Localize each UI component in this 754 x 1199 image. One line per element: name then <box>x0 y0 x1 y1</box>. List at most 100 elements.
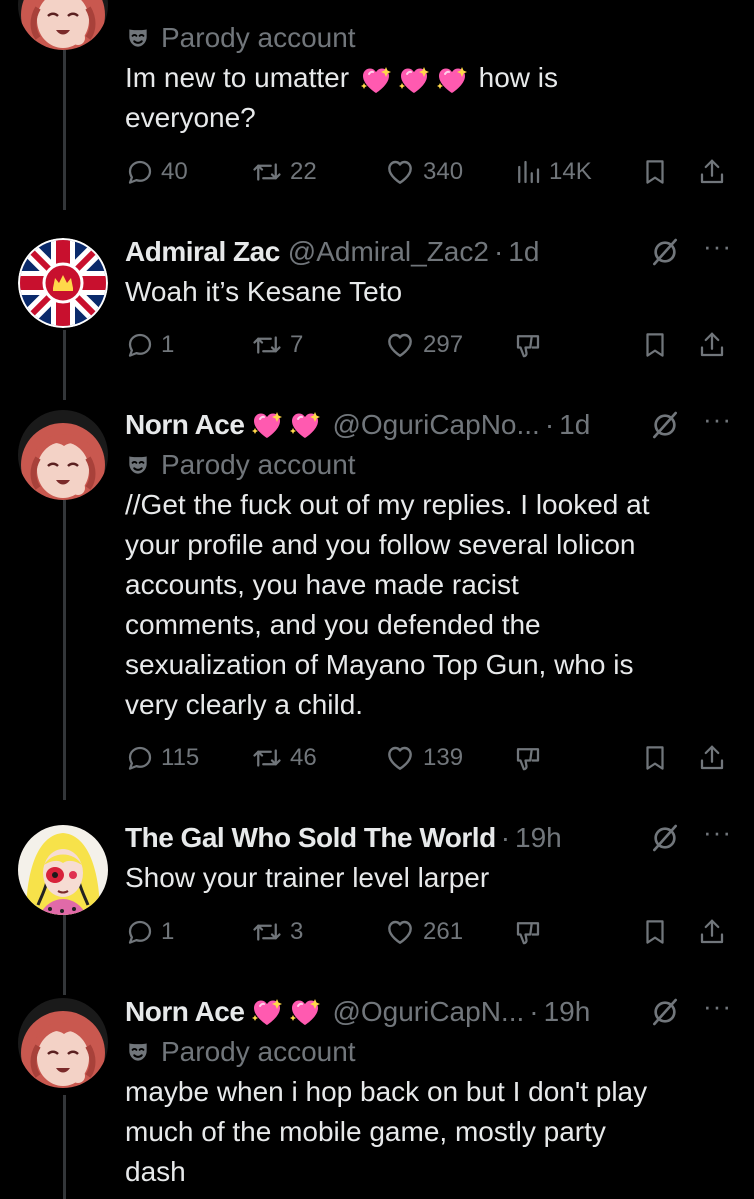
avatar[interactable] <box>18 0 108 50</box>
downvote-button[interactable] <box>513 743 549 773</box>
tweet-header: Norn Ace @OguriCapN... · 19h ··· <box>125 991 732 1032</box>
avatar[interactable] <box>18 238 108 328</box>
tweet[interactable]: Norn Ace @OguriCapN... · 19h ··· Parody … <box>125 991 732 1192</box>
handle[interactable]: @OguriCapN... <box>332 996 524 1028</box>
parody-label: Parody account <box>125 18 732 58</box>
reply-button[interactable]: 40 <box>125 157 188 187</box>
share-button[interactable] <box>697 917 733 947</box>
like-button[interactable]: 139 <box>383 742 463 774</box>
handle[interactable]: @OguriCapNo... <box>332 409 539 441</box>
sparkling-heart-emoji <box>435 65 469 95</box>
repost-button[interactable]: 7 <box>250 330 303 360</box>
sparkling-heart-emoji <box>250 997 284 1027</box>
thread-line <box>63 330 66 400</box>
bookmark-button[interactable] <box>640 330 676 360</box>
reply-icon <box>125 917 155 947</box>
sparkling-heart-emoji <box>397 65 431 95</box>
like-icon <box>383 156 417 188</box>
tweet[interactable]: Parody account Im new to umatter how is … <box>125 18 732 138</box>
share-button[interactable] <box>697 157 733 187</box>
display-name[interactable]: Norn Ace <box>125 409 245 441</box>
views-button[interactable]: 14K <box>513 157 592 187</box>
share-icon <box>697 917 727 947</box>
thread-line <box>63 1095 66 1199</box>
avatar[interactable] <box>18 998 108 1088</box>
sparkling-heart-emoji <box>288 410 322 440</box>
bookmark-icon <box>640 743 670 773</box>
tweet-header: Norn Ace @OguriCapNo... · 1d ··· <box>125 404 732 445</box>
more-icon[interactable]: ··· <box>703 231 732 262</box>
tweet-text: Show your trainer level larper <box>125 862 490 893</box>
sparkling-heart-emoji <box>250 410 284 440</box>
reply-icon <box>125 157 155 187</box>
tweet[interactable]: The Gal Who Sold The World · 19h ··· Sho… <box>125 817 732 898</box>
like-button[interactable]: 340 <box>383 156 463 188</box>
share-icon <box>697 743 727 773</box>
tweet-actions: 1 7 297 <box>125 325 732 365</box>
thread-line <box>63 50 66 210</box>
reply-button[interactable]: 1 <box>125 917 174 947</box>
grok-icon[interactable] <box>649 822 681 854</box>
repost-button[interactable]: 3 <box>250 917 303 947</box>
downvote-icon <box>513 330 543 360</box>
separator: · <box>500 822 511 853</box>
tweet[interactable]: Norn Ace @OguriCapNo... · 1d ··· Parody … <box>125 404 732 725</box>
display-name[interactable]: Norn Ace <box>125 996 245 1028</box>
views-icon <box>513 157 543 187</box>
more-icon[interactable]: ··· <box>703 817 732 848</box>
grok-icon[interactable] <box>649 996 681 1028</box>
tweet-actions: 1 3 261 <box>125 912 732 952</box>
tweet-actions: 115 46 139 <box>125 738 732 778</box>
more-icon[interactable]: ··· <box>703 991 732 1022</box>
display-name[interactable]: Admiral Zac <box>125 236 280 268</box>
bookmark-button[interactable] <box>640 157 676 187</box>
downvote-icon <box>513 917 543 947</box>
bookmark-button[interactable] <box>640 743 676 773</box>
grok-icon[interactable] <box>649 236 681 268</box>
bookmark-button[interactable] <box>640 917 676 947</box>
reply-button[interactable]: 1 <box>125 330 174 360</box>
thread-line <box>63 500 66 800</box>
repost-icon <box>250 330 284 360</box>
tweet-header: Admiral Zac @Admiral_Zac2 · 1d ··· <box>125 231 732 272</box>
timestamp[interactable]: 1d <box>508 236 539 268</box>
share-icon <box>697 330 727 360</box>
share-button[interactable] <box>697 743 733 773</box>
timestamp[interactable]: 19h <box>544 996 591 1028</box>
parody-mask-icon <box>125 1039 151 1065</box>
reply-icon <box>125 743 155 773</box>
avatar[interactable] <box>18 825 108 915</box>
parody-mask-icon <box>125 25 151 51</box>
timestamp[interactable]: 19h <box>515 822 562 854</box>
downvote-button[interactable] <box>513 330 549 360</box>
tweet-text: //Get the fuck out of my replies. I look… <box>125 489 650 720</box>
grok-icon[interactable] <box>649 409 681 441</box>
share-icon <box>697 157 727 187</box>
display-name[interactable]: The Gal Who Sold The World <box>125 822 496 854</box>
repost-icon <box>250 917 284 947</box>
more-icon[interactable]: ··· <box>703 404 732 435</box>
sparkling-heart-emoji <box>288 997 322 1027</box>
bookmark-icon <box>640 330 670 360</box>
like-button[interactable]: 297 <box>383 329 463 361</box>
reply-button[interactable]: 115 <box>125 743 199 773</box>
tweet-actions: 40 22 340 14K <box>125 152 732 192</box>
handle[interactable]: @Admiral_Zac2 <box>288 236 489 268</box>
repost-button[interactable]: 46 <box>250 743 317 773</box>
tweet-header: The Gal Who Sold The World · 19h ··· <box>125 817 732 858</box>
tweet[interactable]: Admiral Zac @Admiral_Zac2 · 1d ··· Woah … <box>125 231 732 312</box>
avatar[interactable] <box>18 410 108 500</box>
tweet-text: Woah it’s Kesane Teto <box>125 276 403 307</box>
share-button[interactable] <box>697 330 733 360</box>
sparkling-heart-emoji <box>359 65 393 95</box>
timestamp[interactable]: 1d <box>559 409 590 441</box>
downvote-button[interactable] <box>513 917 549 947</box>
parody-label: Parody account <box>125 1032 732 1072</box>
parody-mask-icon <box>125 452 151 478</box>
bookmark-icon <box>640 917 670 947</box>
like-button[interactable]: 261 <box>383 916 463 948</box>
bookmark-icon <box>640 157 670 187</box>
repost-button[interactable]: 22 <box>250 157 317 187</box>
like-icon <box>383 329 417 361</box>
tweet-text: maybe when i hop back on but I don't pla… <box>125 1076 648 1187</box>
